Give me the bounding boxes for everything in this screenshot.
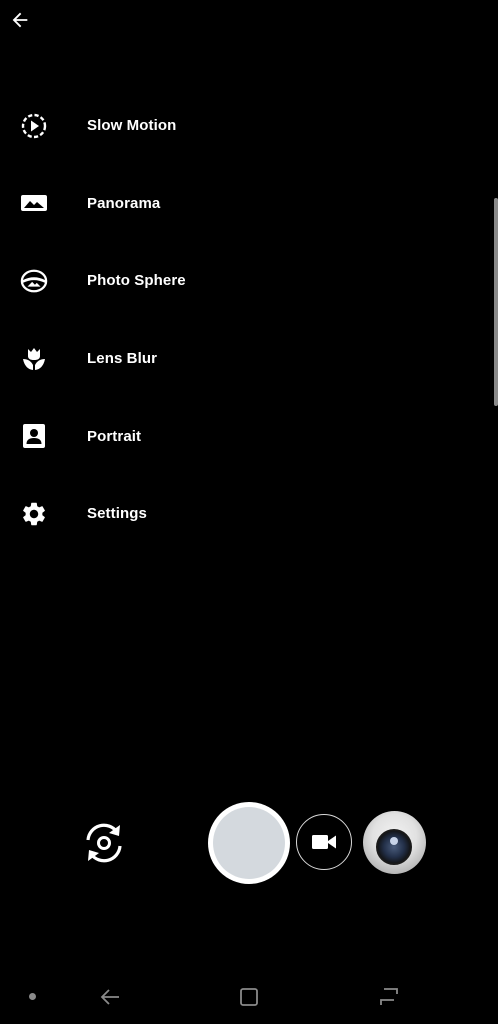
panorama-icon bbox=[20, 189, 48, 217]
nav-back-button[interactable] bbox=[97, 984, 123, 1010]
menu-item-label: Lens Blur bbox=[87, 350, 158, 368]
menu-item-label: Photo Sphere bbox=[87, 272, 186, 290]
lens-blur-icon bbox=[20, 345, 48, 373]
video-mode-button[interactable] bbox=[296, 814, 352, 870]
nav-back-icon bbox=[100, 989, 119, 1005]
nav-hide-dot[interactable] bbox=[29, 993, 36, 1000]
nav-recents-icon bbox=[380, 988, 398, 1005]
menu-item-label: Slow Motion bbox=[87, 117, 177, 135]
photo-sphere-icon bbox=[20, 267, 48, 295]
slow-motion-icon bbox=[20, 112, 48, 140]
switch-camera-button[interactable] bbox=[79, 818, 129, 868]
back-button[interactable] bbox=[6, 6, 34, 34]
nav-home-button[interactable] bbox=[236, 984, 262, 1010]
menu-item-label: Portrait bbox=[87, 427, 142, 445]
thumbnail-image bbox=[376, 829, 412, 865]
shutter-inner bbox=[213, 807, 285, 879]
arrow-back-icon bbox=[12, 12, 28, 28]
menu-item-lens-blur[interactable]: Lens Blur bbox=[0, 320, 380, 398]
shutter-button[interactable] bbox=[208, 802, 290, 884]
portrait-icon bbox=[20, 422, 48, 450]
camera-mode-menu: Slow Motion Panorama Photo Sphere Lens B… bbox=[0, 87, 380, 553]
thumbnail-highlight bbox=[390, 837, 398, 845]
system-navigation-bar bbox=[0, 970, 498, 1024]
menu-item-photo-sphere[interactable]: Photo Sphere bbox=[0, 242, 380, 320]
scrollbar[interactable] bbox=[494, 198, 498, 406]
menu-item-panorama[interactable]: Panorama bbox=[0, 165, 380, 243]
menu-item-label: Settings bbox=[87, 505, 147, 523]
last-photo-thumbnail[interactable] bbox=[363, 811, 426, 874]
menu-item-settings[interactable]: Settings bbox=[0, 475, 380, 553]
gear-icon bbox=[20, 500, 48, 528]
menu-item-portrait[interactable]: Portrait bbox=[0, 397, 380, 475]
video-camera-icon bbox=[312, 835, 336, 849]
switch-camera-icon bbox=[86, 823, 122, 863]
menu-item-label: Panorama bbox=[87, 194, 161, 212]
menu-item-slow-motion[interactable]: Slow Motion bbox=[0, 87, 380, 165]
nav-home-icon bbox=[240, 988, 258, 1006]
nav-recents-button[interactable] bbox=[376, 984, 402, 1010]
